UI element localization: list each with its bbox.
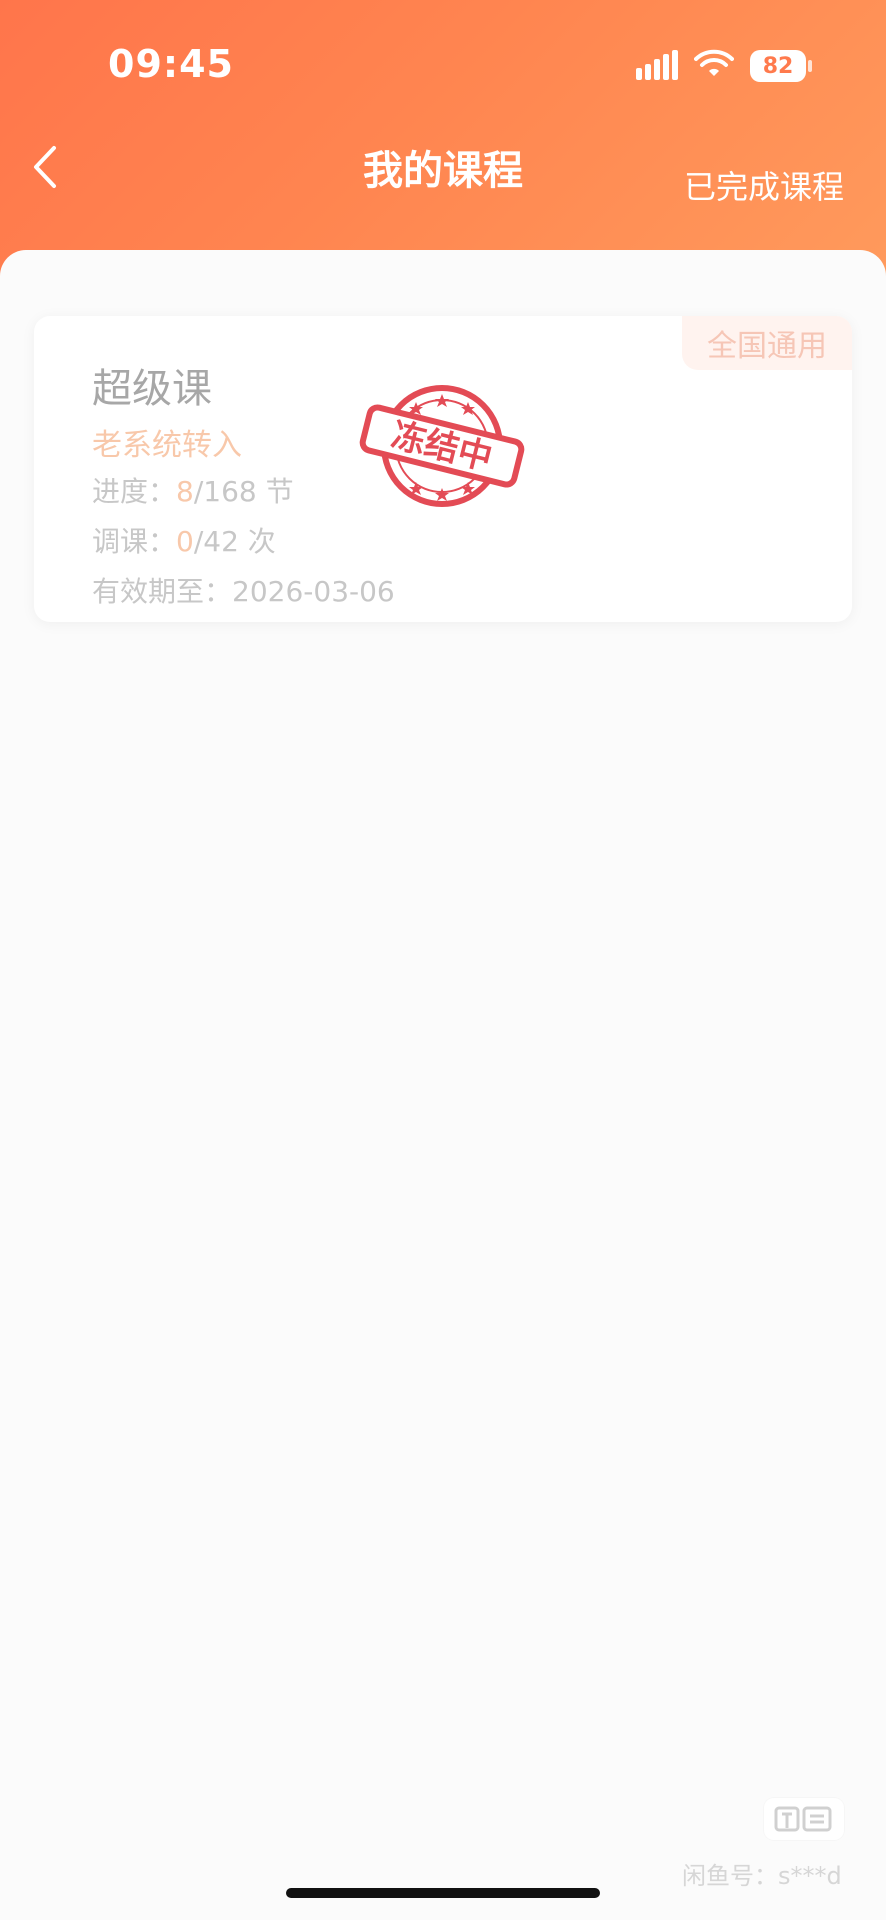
battery-level: 82 bbox=[750, 50, 806, 82]
course-source: 老系统转入 bbox=[92, 428, 242, 463]
battery-icon: 82 bbox=[750, 50, 812, 82]
progress-done: 8 bbox=[176, 475, 194, 508]
progress-label: 进度： bbox=[92, 475, 177, 508]
xianyu-logo-icon bbox=[764, 1798, 844, 1840]
status-time: 09:45 bbox=[108, 42, 234, 86]
scope-tag: 全国通用 bbox=[682, 316, 852, 370]
progress-line: 进度：8/168 节 bbox=[92, 470, 294, 510]
watermark-text: 闲鱼号：s***d bbox=[682, 1862, 842, 1890]
adjust-used: 0 bbox=[176, 525, 194, 558]
home-indicator bbox=[286, 1888, 600, 1898]
completed-courses-link[interactable]: 已完成课程 bbox=[684, 162, 844, 208]
wifi-icon bbox=[694, 48, 734, 80]
adjust-label: 调课： bbox=[92, 525, 177, 558]
battery-tip bbox=[808, 60, 812, 72]
course-name: 超级课 bbox=[92, 366, 212, 412]
valid-date: 2026-03-06 bbox=[232, 575, 395, 608]
chevron-left-icon bbox=[34, 146, 56, 188]
adjust-line: 调课：0/42 次 bbox=[92, 520, 276, 560]
back-button[interactable] bbox=[26, 142, 66, 192]
valid-until-line: 有效期至：2026-03-06 bbox=[92, 570, 395, 610]
valid-label: 有效期至： bbox=[92, 575, 233, 608]
progress-total: /168 节 bbox=[193, 475, 294, 508]
adjust-total: /42 次 bbox=[193, 525, 276, 558]
frozen-stamp-icon: 冻结中 bbox=[356, 380, 528, 512]
signal-bars-icon bbox=[636, 50, 680, 80]
